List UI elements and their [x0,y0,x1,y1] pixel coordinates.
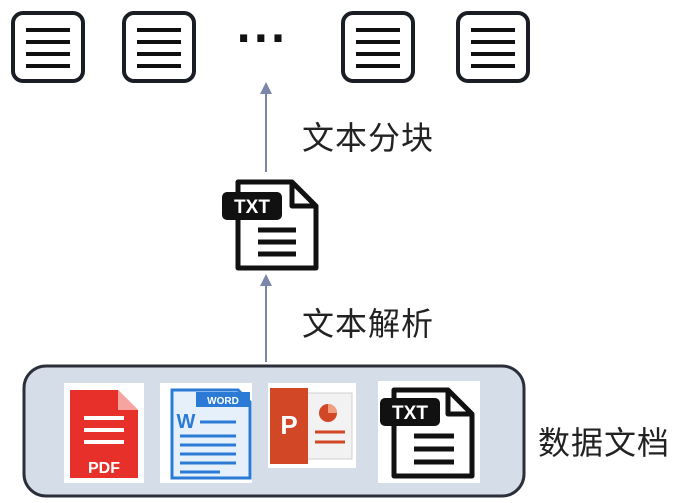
source-txt-badge: TXT [392,403,428,424]
word-letter: W [177,411,196,433]
parsed-txt-badge: TXT [234,197,270,218]
chunk-icon-1 [11,11,85,83]
text-parsing-label: 文本解析 [302,305,435,343]
powerpoint-file-icon: P [268,383,356,468]
parsed-txt-document-icon: TXT [222,179,319,271]
data-documents-label: 数据文档 [538,424,671,462]
chunk-icon-2 [122,11,196,83]
text-processing-diagram: TXT PDF WORD W P TXT ··· 文本分块 文本解析 数据文档 [0,0,695,503]
word-badge: WORD [207,396,239,407]
source-txt-file-icon: TXT [378,381,480,483]
powerpoint-letter: P [280,410,297,440]
chunk-icon-3 [341,11,415,83]
text-chunking-label: 文本分块 [302,119,435,157]
word-file-icon: WORD W [160,383,252,483]
more-chunks-ellipsis: ··· [236,16,288,62]
pdf-badge: PDF [88,460,120,477]
pdf-file-icon: PDF [64,383,144,483]
chunk-icon-4 [456,11,530,83]
